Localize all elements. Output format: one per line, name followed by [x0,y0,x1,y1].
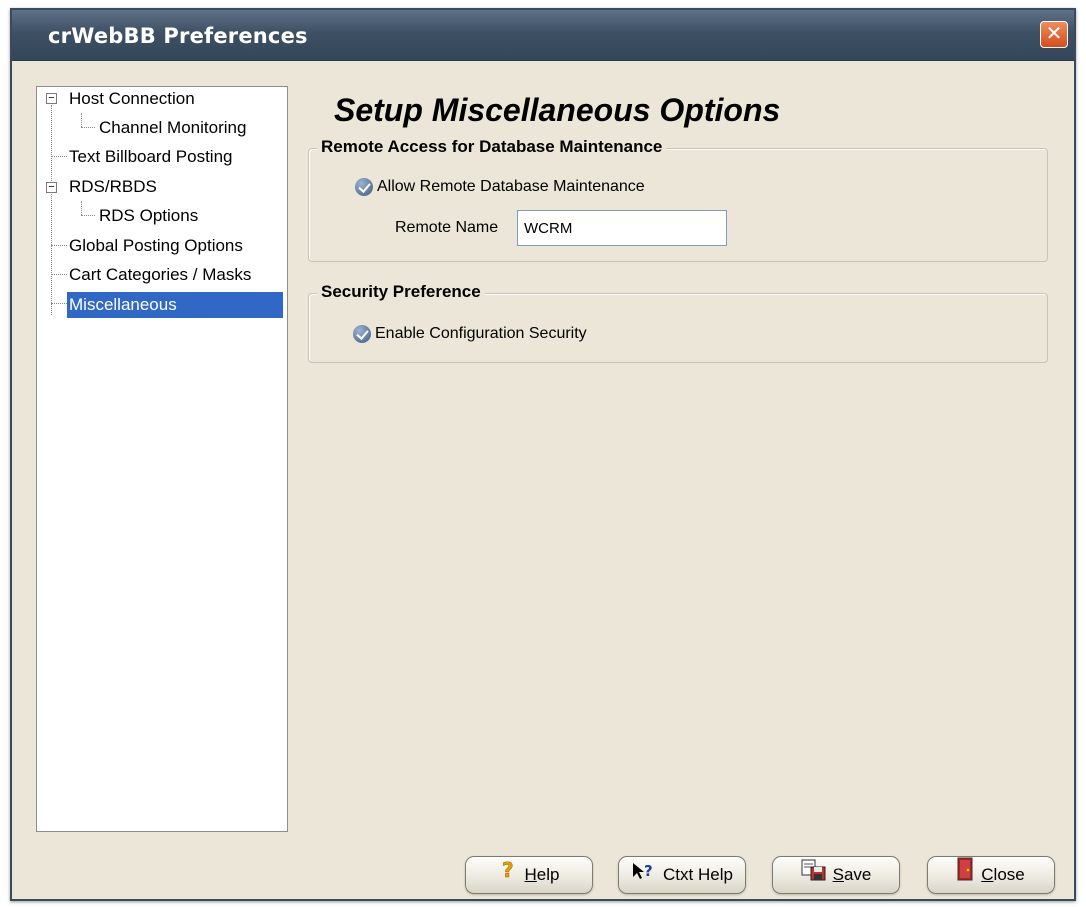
tree-item-rds-options[interactable]: RDS Options [99,203,198,229]
close-button[interactable]: Close [927,856,1055,894]
help-button[interactable]: ? Help [465,856,593,894]
page-title: Setup Miscellaneous Options [334,92,781,128]
svg-text:?: ? [644,862,653,880]
check-icon [353,324,371,343]
window-title: crWebBB Preferences [48,24,308,48]
tree-item-host-connection[interactable]: Host Connection [69,86,195,112]
preferences-tree[interactable]: − − Host Connection Channel Monitoring T… [36,86,288,832]
remote-access-group-title: Remote Access for Database Maintenance [317,137,667,157]
allow-remote-maintenance-checkbox[interactable]: Allow Remote Database Maintenance [355,176,645,198]
tree-item-miscellaneous[interactable]: Miscellaneous [67,292,283,318]
tree-item-global-posting-options[interactable]: Global Posting Options [69,233,243,259]
title-bar[interactable]: crWebBB Preferences ✕ [12,10,1074,61]
preferences-dialog: crWebBB Preferences ✕ − − Host Connectio… [10,8,1076,901]
close-window-icon[interactable]: ✕ [1040,21,1068,48]
save-icon [801,858,827,894]
tree-item-text-billboard-posting[interactable]: Text Billboard Posting [69,144,232,170]
remote-name-label: Remote Name [395,219,499,236]
svg-text:?: ? [502,859,514,881]
allow-remote-maintenance-label: Allow Remote Database Maintenance [377,178,645,195]
question-icon: ? [499,857,519,894]
collapse-icon[interactable]: − [46,182,57,193]
context-help-icon: ? [631,858,657,894]
context-help-button[interactable]: ? Ctxt Help [618,856,746,894]
tree-item-cart-categories-masks[interactable]: Cart Categories / Masks [69,262,251,288]
enable-config-security-label: Enable Configuration Security [375,325,587,342]
security-preference-group: Security Preference Enable Configuration… [308,282,1048,363]
collapse-icon[interactable]: − [46,93,57,104]
exit-door-icon [957,857,975,894]
security-preference-group-title: Security Preference [317,282,485,302]
tree-item-rds-rbds[interactable]: RDS/RBDS [69,174,157,200]
check-icon [355,177,373,196]
remote-access-group: Remote Access for Database Maintenance A… [308,137,1048,262]
save-button[interactable]: Save [772,856,900,894]
remote-name-input[interactable] [517,210,727,246]
tree-item-channel-monitoring[interactable]: Channel Monitoring [99,115,246,141]
enable-config-security-checkbox[interactable]: Enable Configuration Security [353,323,587,345]
